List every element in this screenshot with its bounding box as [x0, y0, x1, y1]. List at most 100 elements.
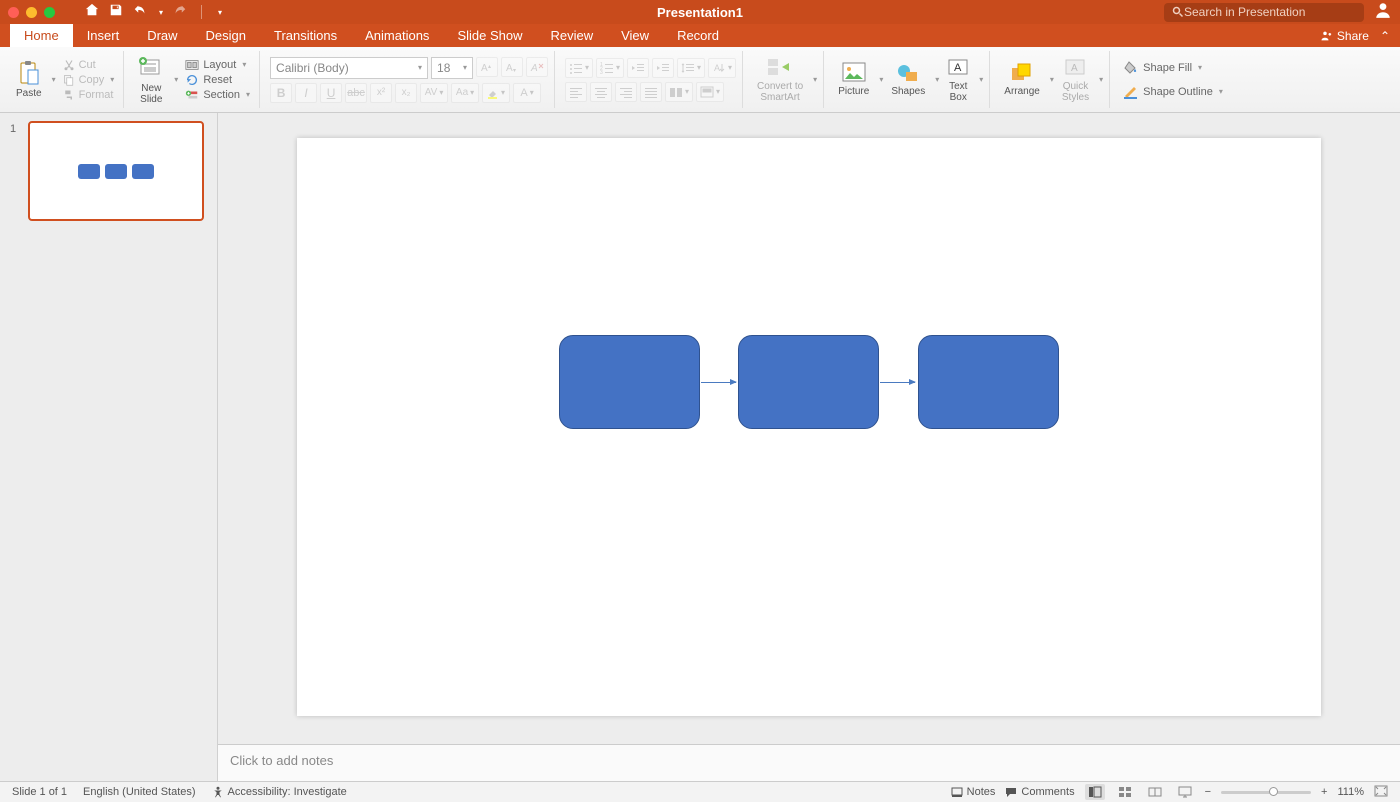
subscript-icon[interactable]: x₂ [395, 83, 417, 103]
char-spacing-icon[interactable]: AV▾ [420, 83, 448, 103]
close-window-button[interactable] [8, 7, 19, 18]
search-input[interactable] [1184, 5, 1356, 19]
tab-slideshow[interactable]: Slide Show [443, 24, 536, 47]
save-icon[interactable] [109, 3, 123, 22]
justify-icon[interactable] [640, 82, 662, 102]
share-button[interactable]: Share ⌃ [1308, 24, 1400, 47]
picture-button[interactable]: Picture [834, 60, 873, 99]
zoom-slider[interactable] [1221, 791, 1311, 794]
increase-indent-icon[interactable] [652, 58, 674, 78]
align-text-icon[interactable]: ▾ [696, 82, 724, 102]
cut-button[interactable]: Cut [60, 58, 118, 72]
paste-button[interactable]: Paste [12, 58, 46, 101]
textbox-button[interactable]: A Text Box [943, 55, 973, 105]
columns-icon[interactable]: ▾ [665, 82, 693, 102]
slide-thumbnail-1[interactable] [28, 121, 204, 221]
quick-styles-button[interactable]: A Quick Styles [1058, 55, 1093, 105]
highlight-icon[interactable]: ▾ [482, 83, 510, 103]
arrange-button[interactable]: Arrange [1000, 60, 1044, 99]
normal-view-icon[interactable] [1085, 784, 1105, 800]
redo-icon[interactable] [173, 3, 187, 22]
decrease-indent-icon[interactable] [627, 58, 649, 78]
bold-icon[interactable]: B [270, 83, 292, 103]
shapes-button[interactable]: Shapes [887, 60, 929, 99]
slide-canvas-scroll[interactable] [218, 113, 1400, 744]
clipboard-group: Paste ▾ Cut Copy▾ Format [6, 51, 124, 108]
font-color-icon[interactable]: A▾ [513, 83, 541, 103]
user-icon[interactable] [1374, 1, 1392, 24]
tab-view[interactable]: View [607, 24, 663, 47]
notes-toggle[interactable]: Notes [951, 786, 996, 798]
svg-text:A: A [506, 63, 513, 73]
slideshow-view-icon[interactable] [1175, 784, 1195, 800]
strikethrough-icon[interactable]: abc [345, 83, 367, 103]
font-size-combo[interactable]: 18▾ [431, 57, 473, 79]
quick-access-toolbar: ▾ ▾ [85, 3, 222, 22]
svg-text:A: A [1071, 63, 1078, 74]
language-status[interactable]: English (United States) [83, 786, 196, 798]
decrease-font-icon[interactable]: A▾ [501, 57, 523, 77]
align-left-icon[interactable] [565, 82, 587, 102]
clear-formatting-icon[interactable]: A [526, 57, 548, 77]
superscript-icon[interactable]: x² [370, 83, 392, 103]
text-direction-icon[interactable]: A▾ [708, 58, 736, 78]
accessibility-status[interactable]: Accessibility: Investigate [212, 786, 347, 798]
shape-fill-button[interactable]: Shape Fill▾ [1120, 60, 1226, 76]
line-spacing-icon[interactable]: ▾ [677, 58, 705, 78]
reading-view-icon[interactable] [1145, 784, 1165, 800]
increase-font-icon[interactable]: A▴ [476, 57, 498, 77]
copy-button[interactable]: Copy▾ [60, 73, 118, 87]
zoom-out-button[interactable]: − [1205, 786, 1211, 798]
svg-text:A: A [530, 63, 538, 73]
connector-arrow-1[interactable] [701, 382, 736, 383]
notes-pane[interactable]: Click to add notes [218, 744, 1400, 781]
layout-button[interactable]: Layout▾ [182, 58, 253, 72]
undo-icon[interactable] [133, 3, 147, 22]
bullets-icon[interactable]: ▾ [565, 58, 593, 78]
slide-thumbnails-pane[interactable]: 1 [0, 113, 218, 781]
format-painter-button[interactable]: Format [60, 88, 118, 102]
italic-icon[interactable]: I [295, 83, 317, 103]
tab-design[interactable]: Design [192, 24, 260, 47]
new-slide-button[interactable]: New Slide [134, 53, 168, 107]
section-button[interactable]: Section▾ [182, 88, 253, 102]
tab-record[interactable]: Record [663, 24, 733, 47]
svg-text:3: 3 [600, 70, 603, 74]
underline-icon[interactable]: U [320, 83, 342, 103]
tab-insert[interactable]: Insert [73, 24, 134, 47]
shape-outline-button[interactable]: Shape Outline▾ [1120, 84, 1226, 100]
tab-review[interactable]: Review [536, 24, 607, 47]
fit-to-window-icon[interactable] [1374, 785, 1388, 800]
slide-counter[interactable]: Slide 1 of 1 [12, 786, 67, 798]
tab-animations[interactable]: Animations [351, 24, 443, 47]
rounded-rect-shape-1[interactable] [559, 335, 700, 429]
connector-arrow-2[interactable] [880, 382, 915, 383]
editor-area: Click to add notes [218, 113, 1400, 781]
tab-transitions[interactable]: Transitions [260, 24, 351, 47]
convert-smartart-button[interactable]: Convert to SmartArt [753, 55, 807, 105]
reset-button[interactable]: Reset [182, 73, 253, 87]
rounded-rect-shape-2[interactable] [738, 335, 879, 429]
paragraph-group: ▾ 123▾ ▾ A▾ ▾ ▾ [559, 51, 743, 108]
tab-home[interactable]: Home [10, 24, 73, 47]
home-icon[interactable] [85, 3, 99, 22]
align-center-icon[interactable] [590, 82, 612, 102]
change-case-icon[interactable]: Aa▾ [451, 83, 479, 103]
align-right-icon[interactable] [615, 82, 637, 102]
rounded-rect-shape-3[interactable] [918, 335, 1059, 429]
zoom-in-button[interactable]: + [1321, 786, 1327, 798]
slide-canvas[interactable] [297, 138, 1321, 716]
comments-toggle[interactable]: Comments [1005, 786, 1074, 798]
zoom-percent[interactable]: 111% [1337, 786, 1364, 798]
search-box[interactable] [1164, 3, 1364, 22]
svg-text:A: A [954, 62, 962, 74]
workspace: 1 Click to add notes [0, 113, 1400, 781]
sorter-view-icon[interactable] [1115, 784, 1135, 800]
tab-draw[interactable]: Draw [133, 24, 191, 47]
minimize-window-button[interactable] [26, 7, 37, 18]
maximize-window-button[interactable] [44, 7, 55, 18]
ribbon: Paste ▾ Cut Copy▾ Format New Slide ▾ Lay… [0, 47, 1400, 113]
svg-text:A: A [481, 63, 488, 73]
numbering-icon[interactable]: 123▾ [596, 58, 624, 78]
font-name-combo[interactable]: Calibri (Body)▾ [270, 57, 428, 79]
